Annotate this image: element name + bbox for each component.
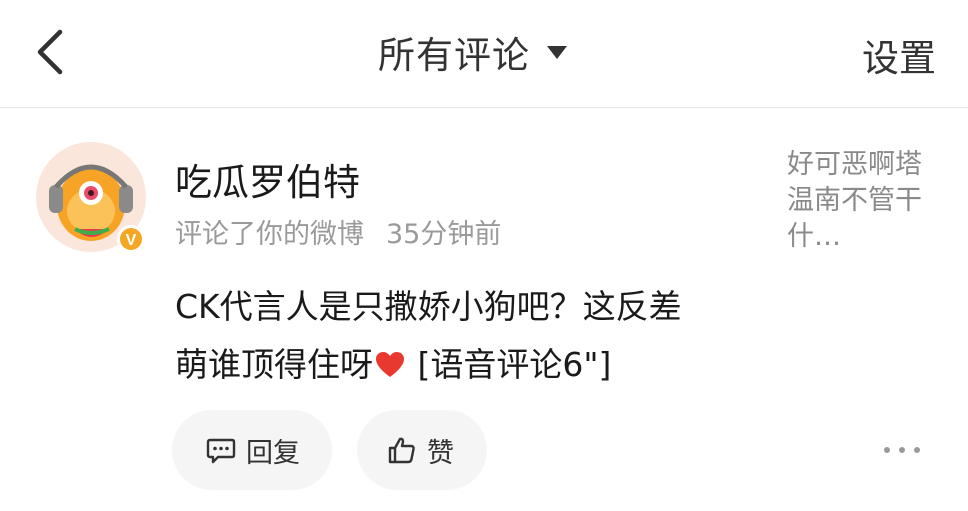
comment-filter-dropdown[interactable]: 所有评论 [378, 26, 568, 78]
heart-icon [376, 352, 404, 377]
top-nav-bar: 所有评论 设置 [0, 0, 968, 108]
page-title: 所有评论 [378, 34, 530, 77]
thumbs-up-icon [388, 437, 415, 464]
chevron-left-icon[interactable] [28, 24, 76, 80]
more-dots-icon[interactable] [884, 440, 920, 460]
reply-label: 回复 [246, 437, 300, 469]
settings-button[interactable]: 设置 [862, 28, 936, 82]
comment-line-2-text: 萌谁顶得住呀 [175, 345, 373, 384]
voice-comment-tag[interactable]: [语音评论6"] [407, 345, 611, 384]
like-button[interactable]: 赞 [357, 410, 487, 490]
caret-down-icon [547, 46, 567, 59]
username[interactable]: 吃瓜罗伯特 [175, 152, 360, 206]
comment-line-1: CK代言人是只撒娇小狗吧？这反差 [175, 287, 682, 326]
verified-badge: V [126, 232, 137, 249]
action-text: 评论了你的微博 [175, 219, 364, 250]
timestamp: 35分钟前 [386, 219, 502, 250]
comment-line-2: 萌谁顶得住呀 [语音评论6"] [175, 336, 775, 394]
comment-icon [206, 438, 236, 464]
original-post-preview[interactable]: 好可恶啊塔温南不管干什… [787, 147, 927, 255]
notification-meta: 评论了你的微博 35分钟前 [175, 212, 501, 251]
like-label: 赞 [427, 437, 454, 469]
avatar[interactable]: V [35, 141, 151, 257]
reply-button[interactable]: 回复 [172, 410, 332, 490]
comment-text[interactable]: CK代言人是只撒娇小狗吧？这反差 萌谁顶得住呀 [语音评论6"] [175, 278, 775, 394]
